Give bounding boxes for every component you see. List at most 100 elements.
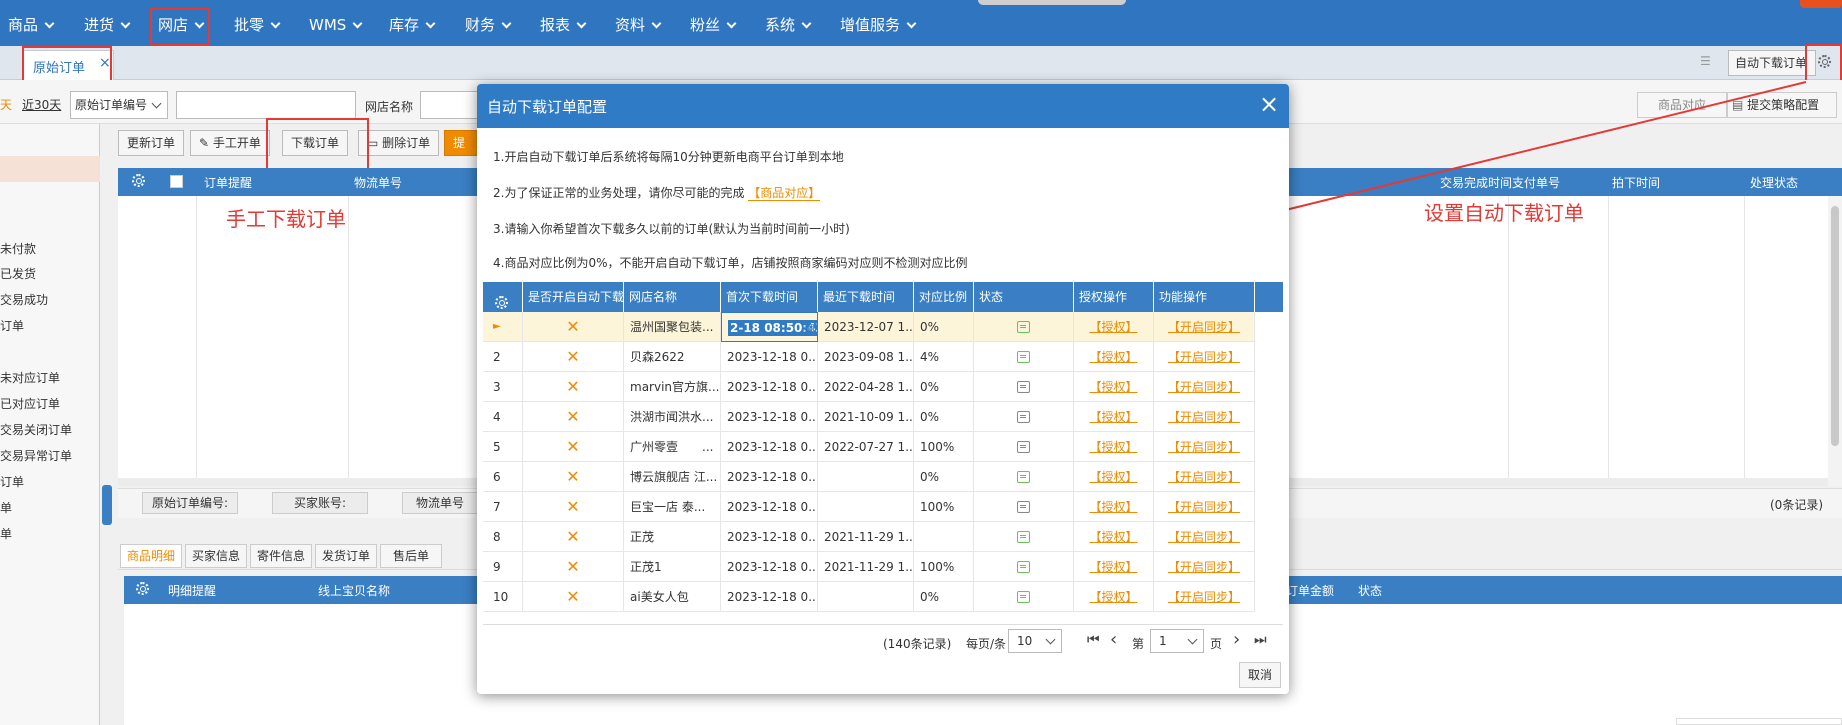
row-number: 3	[493, 380, 501, 394]
shop-name-cell: ai美女人包	[624, 582, 721, 612]
enable-sync-link[interactable]: 【开启同步】	[1168, 470, 1240, 484]
match-ratio: 0%	[920, 380, 940, 394]
enable-sync-link[interactable]: 【开启同步】	[1168, 500, 1240, 514]
auto-download-toggle[interactable]: ✕	[566, 497, 579, 516]
table-row[interactable]: 5 ✕ 广州零壹 ... 2023-12-18 0... 2022-07-27 1...…	[483, 432, 1255, 462]
enable-sync-link-cell: 【开启同步】	[1154, 342, 1255, 372]
status-icon	[1017, 411, 1030, 423]
auto-download-toggle[interactable]: ✕	[566, 407, 579, 426]
column-header[interactable]: 是否开启自动下载	[523, 282, 624, 312]
authorize-link-cell: 【授权】	[1074, 492, 1154, 522]
first-page-icon[interactable]: ⏮	[1087, 632, 1100, 648]
enable-sync-link-cell: 【开启同步】	[1154, 312, 1255, 342]
shop-name-cell: 洪湖市闻洪水...	[624, 402, 721, 432]
status-cell	[974, 552, 1074, 582]
auto-download-toggle[interactable]: ✕	[566, 587, 579, 606]
first-download-time-cell: 2023-12-18 0...	[721, 522, 818, 552]
page-select[interactable]: 1	[1150, 629, 1204, 653]
authorize-link-cell: 【授权】	[1074, 582, 1154, 612]
shop-name: 温州国聚包装...	[630, 320, 714, 334]
authorize-link[interactable]: 【授权】	[1089, 440, 1137, 454]
match-ratio-cell: 0%	[914, 582, 974, 612]
per-page-select[interactable]: 10	[1008, 629, 1062, 653]
auto-download-toggle[interactable]: ✕	[566, 467, 579, 486]
match-ratio-cell: 0%	[914, 402, 974, 432]
last-download-time: 2022-04-28 1...	[824, 380, 914, 394]
last-page-icon[interactable]: ⏭	[1254, 632, 1267, 648]
shop-name-cell: 博云旗舰店 江...	[624, 462, 721, 492]
authorize-link[interactable]: 【授权】	[1089, 350, 1137, 364]
enable-sync-link[interactable]: 【开启同步】	[1168, 560, 1240, 574]
close-icon[interactable]: ×	[1259, 90, 1279, 118]
table-row[interactable]: 9 ✕ 正茂1 2023-12-18 0... 2021-11-29 1... 100% 【…	[483, 552, 1255, 582]
authorize-link[interactable]: 【授权】	[1089, 470, 1137, 484]
row-number: 5	[493, 440, 501, 454]
first-download-time[interactable]: 2023-12-18 0...	[727, 470, 817, 484]
column-header[interactable]: 网店名称	[624, 282, 721, 312]
auto-download-toggle[interactable]: ✕	[566, 377, 579, 396]
product-match-link[interactable]: 【商品对应】	[748, 186, 821, 201]
last-download-time-cell: 2023-12-07 1...	[818, 312, 914, 342]
column-header[interactable]: 功能操作	[1154, 282, 1255, 312]
auto-download-toggle[interactable]: ✕	[566, 347, 579, 366]
authorize-link[interactable]: 【授权】	[1089, 590, 1137, 604]
enable-sync-link[interactable]: 【开启同步】	[1168, 320, 1240, 334]
table-row[interactable]: 10 ✕ ai美女人包 2023-12-18 0... 0% 【授权】 【开启同步】	[483, 582, 1255, 612]
shop-name: 正茂1	[630, 560, 662, 574]
first-download-time[interactable]: 2023-12-18 0...	[727, 530, 817, 544]
row-number-cell: ►	[483, 312, 523, 342]
enable-sync-link[interactable]: 【开启同步】	[1168, 440, 1240, 454]
first-download-time[interactable]: 2023-12-18 0...	[727, 440, 817, 454]
authorize-link[interactable]: 【授权】	[1089, 560, 1137, 574]
first-download-time[interactable]: 2023-12-18 0...	[727, 410, 817, 424]
authorize-link[interactable]: 【授权】	[1089, 530, 1137, 544]
instruction-1: 1.开启自动下载订单后系统将每隔10分钟更新电商平台订单到本地	[493, 150, 844, 164]
prev-page-icon[interactable]: ‹	[1110, 629, 1117, 650]
last-download-time: 2023-12-07 1...	[824, 320, 914, 334]
column-header[interactable]: 授权操作	[1074, 282, 1154, 312]
enable-sync-link-cell: 【开启同步】	[1154, 402, 1255, 432]
column-header[interactable]: 对应比例	[914, 282, 974, 312]
column-header[interactable]: 最近下载时间	[818, 282, 914, 312]
table-row[interactable]: 8 ✕ 正茂 2023-12-18 0... 2021-11-29 1... 【授权】 【开…	[483, 522, 1255, 552]
enable-sync-link[interactable]: 【开启同步】	[1168, 380, 1240, 394]
gear-icon	[495, 296, 508, 309]
auto-download-toggle[interactable]: ✕	[566, 557, 579, 576]
auto-download-toggle[interactable]: ✕	[566, 527, 579, 546]
table-row[interactable]: 7 ✕ 巨宝一店 泰... 2023-12-18 0... 100% 【授权】 【开启同步】	[483, 492, 1255, 522]
auto-download-toggle[interactable]: ✕	[566, 317, 579, 336]
authorize-link[interactable]: 【授权】	[1089, 320, 1137, 334]
match-ratio: 4%	[920, 350, 940, 364]
first-download-time-cell: 2023-12-18 0...	[721, 492, 818, 522]
cancel-button[interactable]: 取消	[1239, 662, 1281, 688]
authorize-link[interactable]: 【授权】	[1089, 500, 1137, 514]
first-download-time[interactable]: 2023-12-18 0...	[727, 380, 817, 394]
column-header[interactable]: 状态	[974, 282, 1074, 312]
last-download-time-cell: 2021-11-29 1...	[818, 522, 914, 552]
auto-download-toggle[interactable]: ✕	[566, 437, 579, 456]
enable-sync-link[interactable]: 【开启同步】	[1168, 350, 1240, 364]
first-download-time[interactable]: 2023-12-18 0...	[727, 350, 817, 364]
calendar-icon[interactable]: ▦	[804, 313, 815, 341]
first-download-time[interactable]: 2023-12-18 0...	[727, 590, 817, 604]
enable-sync-link[interactable]: 【开启同步】	[1168, 590, 1240, 604]
table-row[interactable]: 2 ✕ 贝森2622 2023-12-18 0... 2023-09-08 1... 4%…	[483, 342, 1255, 372]
enable-sync-link[interactable]: 【开启同步】	[1168, 410, 1240, 424]
authorize-link[interactable]: 【授权】	[1089, 410, 1137, 424]
table-row[interactable]: 3 ✕ marvin官方旗... 2023-12-18 0... 2022-04-28 …	[483, 372, 1255, 402]
status-cell	[974, 402, 1074, 432]
row-number-cell: 2	[483, 342, 523, 372]
first-download-time[interactable]: 2023-12-18 0...	[727, 500, 817, 514]
first-download-time[interactable]: 2023-12-18 0...	[727, 560, 817, 574]
table-row[interactable]: ► ✕ 温州国聚包装... 2-18 08:50:43 ▦ 2023-12-07 1...…	[483, 312, 1255, 342]
row-number: 7	[493, 500, 501, 514]
next-page-icon[interactable]: ›	[1233, 629, 1240, 650]
row-number-cell: 4	[483, 402, 523, 432]
table-row[interactable]: 6 ✕ 博云旗舰店 江... 2023-12-18 0... 0% 【授权】 【开启同步】	[483, 462, 1255, 492]
column-header[interactable]: 首次下载时间	[721, 282, 818, 312]
enable-sync-link[interactable]: 【开启同步】	[1168, 530, 1240, 544]
authorize-link[interactable]: 【授权】	[1089, 380, 1137, 394]
match-ratio-cell: 0%	[914, 312, 974, 342]
table-settings[interactable]	[483, 282, 523, 312]
table-row[interactable]: 4 ✕ 洪湖市闻洪水... 2023-12-18 0... 2021-10-09 1..…	[483, 402, 1255, 432]
